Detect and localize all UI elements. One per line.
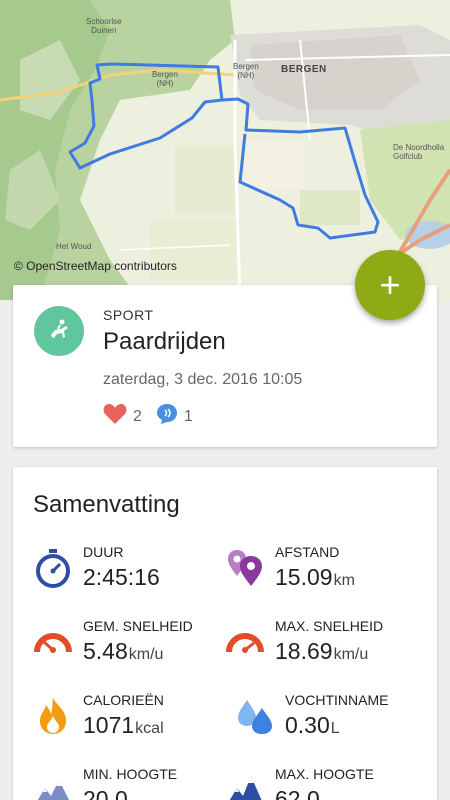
likes-count: 2: [133, 407, 142, 425]
stat-value: 18.69km/u: [275, 638, 369, 664]
stat-label: DUUR: [83, 544, 124, 560]
stat-avg-speed: GEM. SNELHEID 5.48km/u: [33, 618, 233, 668]
stat-label: GEM. SNELHEID: [83, 618, 193, 634]
stat-label: MAX. HOOGTE: [275, 766, 374, 782]
mountain-max-icon: [229, 776, 262, 800]
speedometer-max-icon: [226, 633, 264, 653]
map-label-schoorlse-duinen: Schoorlse Duinen: [86, 17, 122, 35]
stat-distance: AFSTAND 15.09km: [225, 544, 425, 594]
stat-calories: CALORIEËN 1071kcal: [33, 692, 233, 742]
horse-riding-icon: [34, 306, 84, 356]
location-pins-icon: [228, 550, 262, 586]
stat-value: 20.0: [83, 786, 128, 800]
stat-value: 15.09km: [275, 564, 355, 590]
stat-value: 1071kcal: [83, 712, 164, 738]
map-label-golfclub: De Noordholla Golfclub: [393, 143, 445, 161]
stat-value: 62.0: [275, 786, 320, 800]
activity-date: zaterdag, 3 dec. 2016 10:05: [103, 371, 303, 388]
map-label-bergen-nh-2: Bergen (NH): [233, 62, 259, 80]
stat-min-altitude: MIN. HOOGTE 20.0: [33, 766, 233, 800]
stat-label: VOCHTINNAME: [285, 692, 389, 708]
summary-card: Samenvatting DUUR 2:45:16 AFSTAND 15.09k…: [13, 467, 437, 800]
map-label-bergen-nh: Bergen (NH): [152, 70, 178, 88]
mountain-min-icon: [37, 780, 69, 800]
stat-label: MAX. SNELHEID: [275, 618, 384, 634]
sport-name: Paardrijden: [103, 328, 226, 355]
stat-hydration: VOCHTINNAME 0.30L: [235, 692, 435, 742]
plus-icon: +: [379, 264, 401, 305]
speedometer-icon: [34, 633, 72, 653]
stat-label: MIN. HOOGTE: [83, 766, 178, 782]
add-button[interactable]: +: [355, 250, 425, 320]
stat-max-altitude: MAX. HOOGTE 62.0: [225, 766, 425, 800]
water-drops-icon: [238, 700, 272, 734]
stat-label: AFSTAND: [275, 544, 340, 560]
comment-icon[interactable]: [156, 403, 178, 430]
summary-title: Samenvatting: [33, 491, 180, 518]
map-label-bergen: BERGEN: [281, 64, 327, 75]
stat-label: CALORIEËN: [83, 692, 164, 708]
stat-max-speed: MAX. SNELHEID 18.69km/u: [225, 618, 425, 668]
stat-value: 2:45:16: [83, 564, 160, 590]
stat-value: 0.30L: [285, 712, 340, 738]
heart-icon[interactable]: [103, 403, 127, 430]
flame-icon: [40, 698, 66, 734]
map-attribution[interactable]: © OpenStreetMap contributors: [14, 259, 177, 273]
stat-value: 5.48km/u: [83, 638, 164, 664]
stopwatch-icon: [36, 549, 70, 588]
map-label-het-woud: Het Woud: [56, 242, 92, 251]
sport-label: SPORT: [103, 307, 154, 323]
stat-duration: DUUR 2:45:16: [33, 544, 233, 594]
social-bar: 2 1: [103, 403, 207, 430]
comments-count: 1: [183, 407, 193, 425]
